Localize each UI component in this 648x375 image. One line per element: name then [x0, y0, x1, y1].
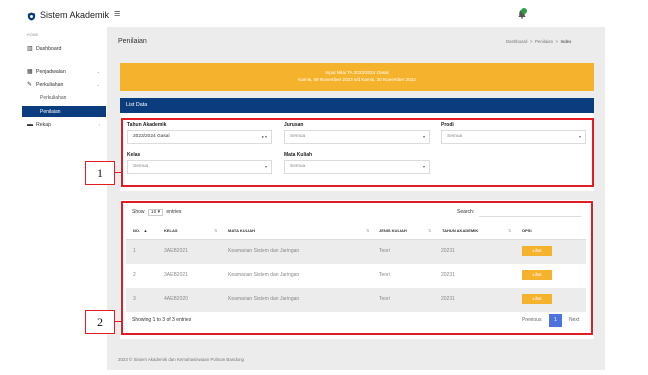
annotation-connector-2: [115, 321, 123, 322]
annotation-box-2: [121, 201, 593, 335]
sidebar-subitem-penilaian[interactable]: Penilaian: [22, 106, 106, 117]
shield-icon: [27, 12, 36, 21]
annotation-box-1: [121, 118, 594, 187]
chevron-down-icon: ⌄: [96, 82, 100, 87]
notice-banner: Input Nilai TA 2023/2024 Gasal Kamis, 09…: [120, 63, 594, 91]
notice-line-2: Kamis, 09 November 2023 s/d Kamis, 30 No…: [298, 77, 416, 82]
footer-text: 2023 © Sistem Akademik dan Kemahasiswaan…: [118, 357, 245, 362]
sidebar-item-label: Dashboard: [36, 45, 62, 52]
breadcrumb-link-penilaian[interactable]: Penilaian: [535, 39, 553, 44]
annotation-connector-1: [115, 172, 123, 173]
list-data-header: List Data: [120, 98, 594, 113]
sidebar-item-rekap[interactable]: ▬ Rekap ›: [27, 119, 106, 130]
sidebar-subitem-perkuliahan[interactable]: Perkuliahan: [27, 92, 66, 103]
sidebar-item-label: Rekap: [36, 121, 51, 128]
sidebar-item-perkuliahan[interactable]: ✎ Perkuliahan ⌄: [27, 79, 106, 90]
chart-icon: ▥: [27, 46, 33, 52]
list-icon: ▬: [27, 121, 33, 128]
chevron-down-icon: ⌄: [96, 69, 100, 74]
page-title: Penilaian: [118, 38, 147, 45]
calendar-icon: ▦: [27, 69, 33, 75]
app-title[interactable]: Sistem Akademik: [40, 10, 109, 20]
sidebar-item-label: Penjadwalan: [36, 68, 66, 75]
pencil-icon: ✎: [27, 82, 33, 88]
sidebar-item-penjadwalan[interactable]: ▦ Penjadwalan ⌄: [27, 66, 106, 77]
breadcrumb-link-dashboard[interactable]: Dashboard: [506, 39, 527, 44]
notification-badge: [521, 8, 527, 14]
chevron-right-icon: ›: [98, 122, 100, 127]
notice-line-1: Input Nilai TA 2023/2024 Gasal: [325, 70, 389, 75]
annotation-callout-1: 1: [85, 161, 115, 185]
sidebar-item-label: Perkuliahan: [36, 81, 64, 88]
breadcrumb-current: Index: [560, 39, 572, 44]
sidebar-heading: HOME: [27, 33, 39, 37]
menu-toggle-icon[interactable]: ≡: [114, 9, 120, 20]
annotation-callout-2: 2: [85, 310, 115, 334]
breadcrumb: Dashboard > Penilaian > Index: [506, 39, 571, 44]
breadcrumb-separator: >: [529, 39, 533, 44]
sidebar-item-dashboard[interactable]: ▥ Dashboard: [27, 43, 61, 54]
breadcrumb-separator: >: [555, 39, 559, 44]
